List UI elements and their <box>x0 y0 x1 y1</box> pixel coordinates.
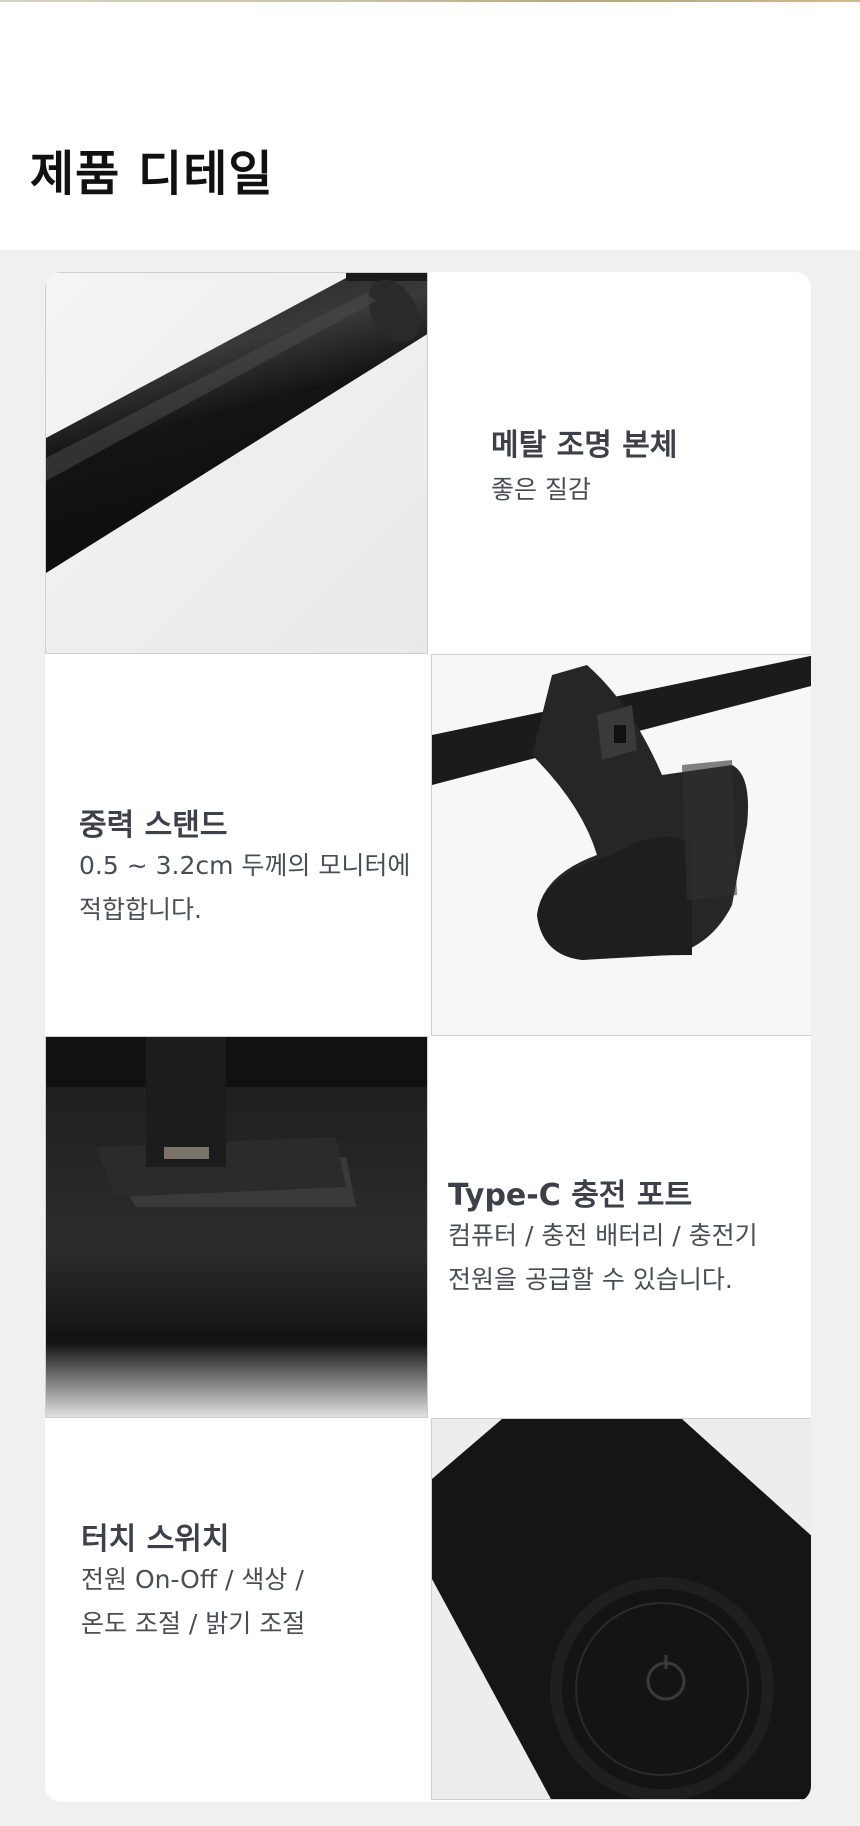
page-title: 제품 디테일 <box>30 146 274 202</box>
feature-type-c-port: Type-C 충전 포트 컴퓨터 / 충전 배터리 / 충전기 전원을 공급할 … <box>428 1036 811 1418</box>
gravity-stand-photo <box>431 654 811 1036</box>
feature-desc: 0.5 ~ 3.2cm 두께의 모니터에 적합합니다. <box>79 851 411 924</box>
feature-desc: 좋은 질감 <box>491 475 591 504</box>
feature-desc: 전원 On-Off / 색상 / 온도 조절 / 밝기 조절 <box>81 1565 306 1638</box>
feature-title: 터치 스위치 <box>81 1522 230 1557</box>
feature-metal-body: 메탈 조명 본체 좋은 질감 <box>428 272 811 654</box>
feature-touch-switch: 터치 스위치 전원 On-Off / 색상 / 온도 조절 / 밝기 조절 <box>45 1418 428 1800</box>
page-header: 제품 디테일 <box>0 2 860 250</box>
feature-gravity-stand: 중력 스탠드 0.5 ~ 3.2cm 두께의 모니터에 적합합니다. <box>45 654 428 1036</box>
type-c-port-photo <box>45 1036 428 1418</box>
product-detail-section: 메탈 조명 본체 좋은 질감 중력 스탠드 0.5 ~ 3.2cm 두께의 모니… <box>0 250 860 1826</box>
feature-grid-card: 메탈 조명 본체 좋은 질감 중력 스탠드 0.5 ~ 3.2cm 두께의 모니… <box>45 272 811 1802</box>
touch-switch-photo <box>431 1418 811 1800</box>
feature-title: Type-C 충전 포트 <box>448 1178 693 1213</box>
feature-title: 메탈 조명 본체 <box>491 428 678 463</box>
feature-title: 중력 스탠드 <box>79 808 228 843</box>
metal-lamp-body-photo <box>45 272 428 654</box>
feature-desc: 컴퓨터 / 충전 배터리 / 충전기 전원을 공급할 수 있습니다. <box>448 1221 758 1294</box>
